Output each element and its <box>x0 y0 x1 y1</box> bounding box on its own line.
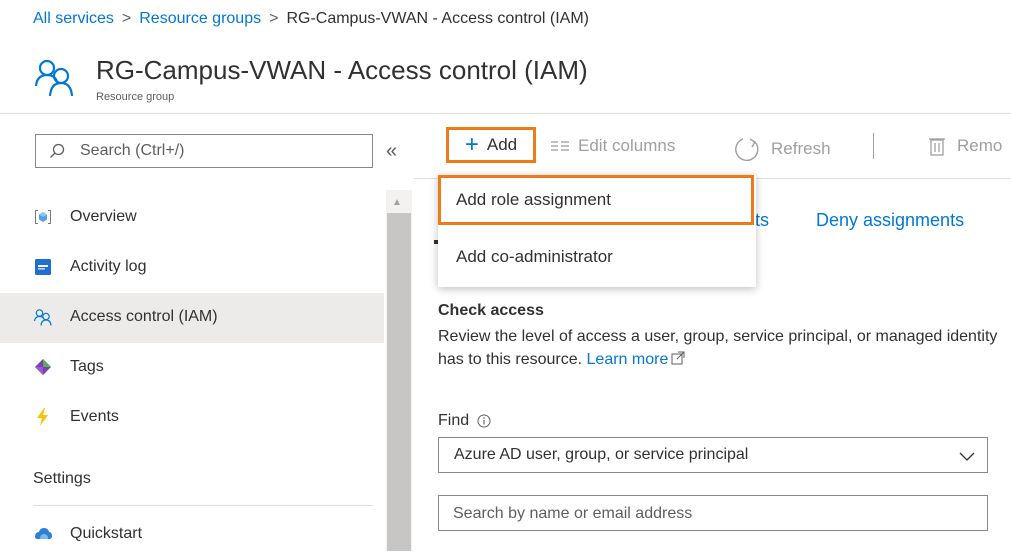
access-control-icon <box>33 309 52 326</box>
breadcrumb-all-services[interactable]: All services <box>33 10 114 27</box>
sidebar-item-events[interactable]: Events <box>0 393 384 443</box>
page-title: RG-Campus-VWAN - Access control (IAM) <box>96 55 588 85</box>
external-link-icon <box>671 351 685 365</box>
access-control-icon <box>34 59 74 97</box>
refresh-label: Refresh <box>771 139 831 158</box>
sidebar-item-label: Access control (IAM) <box>70 308 218 325</box>
sidebar-item-label: Tags <box>70 358 104 375</box>
breadcrumb: All services > Resource groups > RG-Campus-V… <box>33 10 589 28</box>
toolbar-separator <box>873 133 874 159</box>
chevron-down-icon <box>959 452 975 461</box>
add-button-label: Add <box>486 135 518 154</box>
name-email-search-input[interactable] <box>453 502 973 526</box>
sidebar-item-label: Quickstart <box>70 525 143 542</box>
refresh-button[interactable]: Refresh <box>733 136 831 162</box>
sidebar-item-label: Events <box>70 408 119 425</box>
overview-icon <box>35 210 51 224</box>
section-divider <box>33 505 373 506</box>
check-access-title: Check access <box>438 302 544 319</box>
edit-columns-icon <box>551 141 569 151</box>
events-bolt-icon <box>37 408 48 426</box>
find-label: Find <box>438 412 491 430</box>
sidebar-item-quickstart[interactable]: Quickstart <box>0 510 384 560</box>
sidebar-item-access-control[interactable]: Access control (IAM) <box>0 293 384 343</box>
page-subtitle: Resource group <box>96 91 175 103</box>
remove-label: Remo <box>957 136 1003 155</box>
check-access-description: Review the level of access a user, group… <box>438 325 1003 371</box>
breadcrumb-resource-groups[interactable]: Resource groups <box>139 10 261 27</box>
sidebar-item-label: Overview <box>70 208 137 225</box>
name-search-box <box>438 495 988 531</box>
header-divider <box>0 113 1011 114</box>
scroll-up-arrow-icon[interactable]: ▲ <box>392 197 402 208</box>
sidebar-item-activity-log[interactable]: Activity log <box>0 243 384 293</box>
find-label-text: Find <box>438 412 470 429</box>
edit-columns-label: Edit columns <box>578 136 676 155</box>
breadcrumb-separator: > <box>269 10 279 27</box>
find-select-value: Azure AD user, group, or service princip… <box>454 446 749 463</box>
refresh-icon <box>735 138 759 161</box>
sidebar-item-tags[interactable]: Tags <box>0 343 384 393</box>
quickstart-icon <box>35 528 52 539</box>
learn-more-label: Learn more <box>586 351 669 368</box>
tab-deny-assignments[interactable]: Deny assignments <box>816 210 964 231</box>
activity-log-icon <box>35 259 51 275</box>
add-dropdown-menu: Add role assignment Add co-administrator <box>438 175 756 287</box>
menu-item-label: Add role assignment <box>456 190 611 209</box>
breadcrumb-current: RG-Campus-VWAN - Access control (IAM) <box>286 10 589 27</box>
edit-columns-button[interactable]: Edit columns <box>550 136 675 156</box>
description-text: Review the level of access a user, group… <box>438 328 998 368</box>
menu-item-label: Add co-administrator <box>456 247 613 266</box>
settings-section-heading: Settings <box>33 470 91 487</box>
breadcrumb-separator: > <box>121 10 132 27</box>
tag-icon <box>35 359 51 375</box>
find-principal-select[interactable]: Azure AD user, group, or service princip… <box>438 437 988 473</box>
sidebar-search-input[interactable] <box>80 135 370 167</box>
collapse-sidebar-button[interactable]: « <box>386 140 397 163</box>
remove-button[interactable]: Remo <box>929 136 1002 156</box>
add-role-assignment-item[interactable]: Add role assignment <box>438 175 754 225</box>
trash-icon <box>929 138 945 156</box>
learn-more-link[interactable]: Learn more <box>587 351 686 368</box>
sidebar-item-overview[interactable]: Overview <box>0 193 384 243</box>
info-icon[interactable] <box>477 414 491 428</box>
search-icon <box>50 143 65 158</box>
plus-icon: + <box>464 131 479 158</box>
scrollbar-thumb[interactable] <box>387 213 411 551</box>
sidebar-item-label: Activity log <box>70 258 147 275</box>
add-button[interactable]: + Add <box>446 127 536 163</box>
add-co-administrator-item[interactable]: Add co-administrator <box>438 232 756 282</box>
